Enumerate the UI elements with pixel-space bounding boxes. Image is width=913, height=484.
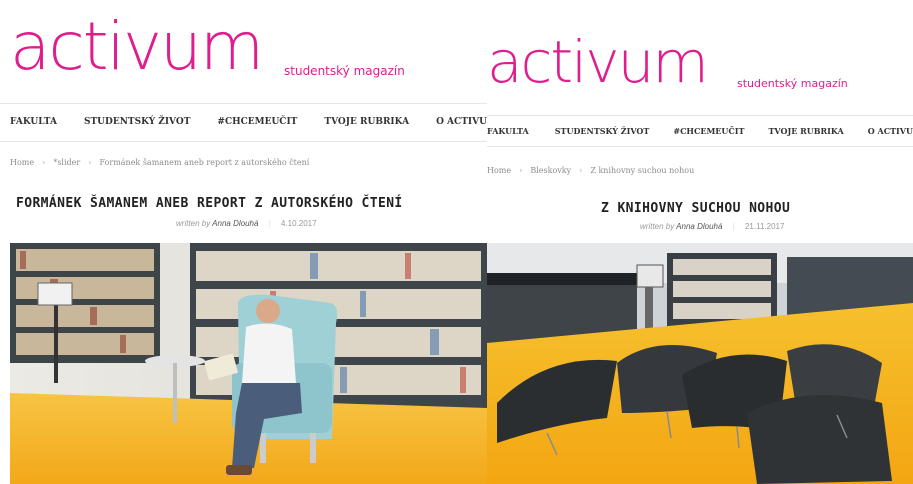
article-meta: written by Anna Dlouhá | 21.11.2017 (640, 222, 784, 231)
author-link[interactable]: Anna Dlouhá (212, 219, 258, 228)
meta-divider: | (732, 222, 735, 231)
author-link[interactable]: Anna Dlouhá (676, 222, 722, 231)
site-tagline: studentský magazín (284, 64, 405, 78)
article-title: FORMÁNEK ŠAMANEM ANEB REPORT Z AUTORSKÉH… (16, 196, 403, 211)
main-nav: FAKULTA STUDENTSKÝ ŽIVOT #CHCEMEUČIT TVO… (487, 126, 913, 136)
article-date: 4.10.2017 (280, 219, 317, 228)
article-panel-right: activum studentský magazín FAKULTA STUDE… (487, 0, 913, 484)
library-umbrellas-photo (487, 243, 913, 484)
breadcrumb-home[interactable]: Home (10, 158, 34, 167)
nav-bottom-divider (487, 146, 913, 147)
main-nav: FAKULTA STUDENTSKÝ ŽIVOT #CHCEMEUČIT TVO… (10, 117, 487, 127)
nav-item-fakulta[interactable]: FAKULTA (487, 126, 529, 136)
article-panel-left: activum studentský magazín FAKULTA STUDE… (0, 0, 487, 484)
article-meta: written by Anna Dlouhá | 4.10.2017 (176, 219, 317, 228)
breadcrumb-separator-icon: › (42, 158, 46, 167)
nav-item-tvoje-rubrika[interactable]: TVOJE RUBRIKA (324, 117, 409, 127)
nav-bottom-divider (0, 141, 487, 142)
site-tagline: studentský magazín (737, 77, 848, 90)
nav-item-studentsky-zivot[interactable]: STUDENTSKÝ ŽIVOT (84, 117, 190, 127)
nav-top-divider (487, 115, 913, 116)
breadcrumb-current: Z knihovny suchou nohou (590, 166, 695, 175)
breadcrumb-current: Formánek šamanem aneb report z autorskéh… (99, 158, 310, 167)
breadcrumb: Home › *slider › Formánek šamanem aneb r… (10, 158, 309, 167)
nav-item-tvoje-rubrika[interactable]: TVOJE RUBRIKA (768, 126, 843, 136)
site-logo[interactable]: activum (10, 14, 264, 80)
breadcrumb-separator-icon: › (88, 158, 92, 167)
nav-item-o-activu[interactable]: O ACTIVU (436, 117, 487, 127)
library-reading-photo (10, 243, 487, 484)
written-by-label: written by (176, 219, 211, 228)
site-logo[interactable]: activum (487, 33, 709, 91)
breadcrumb-category[interactable]: Bleskovky (530, 166, 571, 175)
article-title: Z KNIHOVNY SUCHOU NOHOU (601, 201, 791, 216)
featured-image-library-reading (10, 243, 487, 484)
meta-divider: | (268, 219, 271, 228)
breadcrumb-category[interactable]: *slider (53, 158, 80, 167)
nav-item-fakulta[interactable]: FAKULTA (10, 117, 57, 127)
nav-item-o-activu[interactable]: O ACTIVU (868, 126, 913, 136)
nav-top-divider (0, 103, 487, 104)
article-date: 21.11.2017 (744, 222, 785, 231)
breadcrumb-separator-icon: › (519, 166, 523, 175)
breadcrumb-home[interactable]: Home (487, 166, 511, 175)
featured-image-umbrellas (487, 243, 913, 484)
breadcrumb: Home › Bleskovky › Z knihovny suchou noh… (487, 166, 694, 175)
nav-item-chcemeucit[interactable]: #CHCEMEUČIT (217, 117, 297, 127)
breadcrumb-separator-icon: › (579, 166, 583, 175)
nav-item-chcemeucit[interactable]: #CHCEMEUČIT (673, 126, 744, 136)
nav-item-studentsky-zivot[interactable]: STUDENTSKÝ ŽIVOT (555, 126, 650, 136)
written-by-label: written by (640, 222, 675, 231)
